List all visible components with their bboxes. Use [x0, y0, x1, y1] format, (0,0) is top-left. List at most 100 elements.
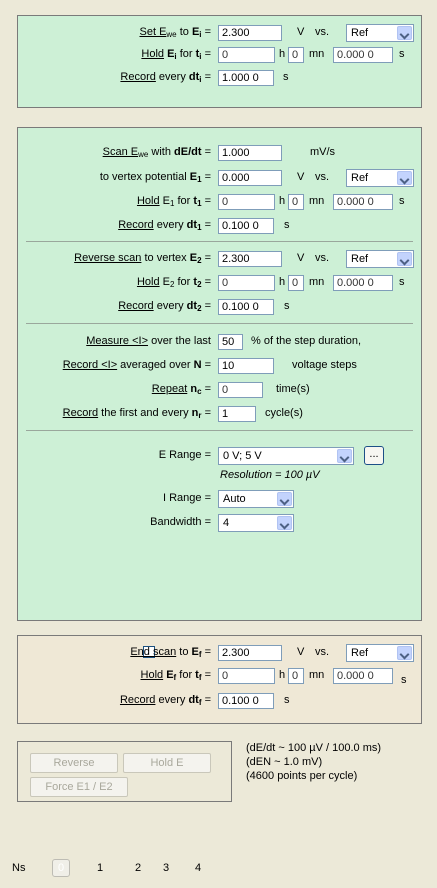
end-scan-link[interactable]: End scan — [130, 646, 176, 658]
ef-ref-value: Ref — [351, 647, 369, 659]
hold-ef-var: E — [166, 669, 174, 681]
ef-value-input[interactable]: 2.300 — [218, 645, 282, 661]
set-to-text: to — [176, 26, 192, 38]
record-first-link[interactable]: Record — [63, 407, 98, 419]
set-ewe-link[interactable]: Set E — [140, 26, 167, 38]
e1-var: E — [189, 171, 198, 183]
i-range-label: I Range = — [162, 492, 211, 504]
e1-unit: V — [297, 171, 305, 183]
t1-seconds-input[interactable]: 0.000 0 — [333, 194, 393, 210]
ns-tab-4[interactable]: 4 — [195, 862, 201, 874]
dtf-value-input[interactable]: 0.100 0 — [218, 693, 274, 709]
dt2-value-input[interactable]: 0.100 0 — [218, 299, 274, 315]
e1-ref-select[interactable]: Ref — [346, 169, 414, 187]
record-average-link[interactable]: Record <I> — [63, 359, 117, 371]
hold-e1-var: E — [162, 195, 170, 207]
hold-ef-label: Hold Ef for tf = — [140, 669, 211, 682]
record-dt2-label: Record every dt2 = — [118, 300, 211, 313]
record-first-unit: cycle(s) — [265, 407, 303, 419]
ti-seconds-input[interactable]: 0.000 0 — [333, 47, 393, 63]
t1-h-unit: h — [279, 195, 286, 207]
average-value-input[interactable]: 10 — [218, 358, 274, 374]
rev-to-text: to vertex — [141, 252, 190, 264]
record-dti-link[interactable]: Record — [120, 71, 155, 83]
scan-rate-input[interactable]: 1.000 — [218, 145, 282, 161]
e-range-select[interactable]: 0 V; 5 V — [218, 447, 354, 465]
divider — [26, 241, 413, 242]
record1-every-text: every — [153, 219, 187, 231]
e2-ref-select[interactable]: Ref — [346, 250, 414, 268]
record-dti-label: Record every dti = — [120, 71, 211, 84]
repeat-value-input[interactable]: 0 — [218, 382, 263, 398]
e2-sub: 2 — [197, 256, 202, 265]
t2-s-unit: s — [399, 276, 405, 288]
ti-minutes-input[interactable]: 0 — [288, 47, 304, 63]
average-unit: voltage steps — [292, 359, 357, 371]
info-points: (4600 points per cycle) — [246, 770, 358, 782]
chevron-down-icon[interactable] — [397, 252, 412, 266]
e-range-more-button[interactable]: ... — [364, 446, 384, 465]
t2-minutes-input[interactable]: 0 — [288, 275, 304, 291]
record-dt1-label: Record every dt1 = — [118, 219, 211, 232]
tf-hours-input[interactable]: 0 — [218, 668, 275, 684]
t2-hours-input[interactable]: 0 — [218, 275, 275, 291]
e2-value-input[interactable]: 2.300 — [218, 251, 282, 267]
reverse-scan-link[interactable]: Reverse scan — [74, 252, 141, 264]
measure-value-input[interactable]: 50 — [218, 334, 243, 350]
dt2-sub: 2 — [197, 304, 202, 313]
chevron-down-icon[interactable] — [337, 449, 352, 463]
chevron-down-icon[interactable] — [397, 26, 412, 40]
t2-h-unit: h — [279, 276, 286, 288]
hold-e2-link[interactable]: Hold — [137, 276, 160, 288]
ti-mn-unit: mn — [309, 48, 325, 60]
t2-seconds-input[interactable]: 0.000 0 — [333, 275, 393, 291]
scan-link[interactable]: Scan E — [103, 146, 138, 158]
hold-e-button[interactable]: Hold E — [123, 753, 211, 773]
record-dtf-link[interactable]: Record — [120, 694, 155, 706]
dti-sub: i — [199, 75, 202, 84]
dt1-value-input[interactable]: 0.100 0 — [218, 218, 274, 234]
t1-hours-input[interactable]: 0 — [218, 194, 275, 210]
ellipsis-icon: ... — [369, 448, 379, 460]
tf-seconds-input[interactable]: 0.000 0 — [333, 668, 393, 684]
chevron-down-icon[interactable] — [397, 171, 412, 185]
tf-minutes-input[interactable]: 0 — [288, 668, 304, 684]
ei-vs: vs. — [315, 26, 330, 38]
hold-for-text: for — [176, 48, 196, 60]
hold-ei-link[interactable]: Hold — [141, 48, 164, 60]
dti-value-input[interactable]: 1.000 0 — [218, 70, 274, 86]
e1-value-input[interactable]: 0.000 — [218, 170, 282, 186]
ti-hours-input[interactable]: 0 — [218, 47, 275, 63]
measure-link[interactable]: Measure <I> — [86, 335, 148, 347]
chevron-down-icon[interactable] — [397, 646, 412, 660]
record-dt2-link[interactable]: Record — [118, 300, 153, 312]
reverse-button[interactable]: Reverse — [30, 753, 118, 773]
ns-tab-2[interactable]: 2 — [135, 862, 141, 874]
force-e1-e2-button[interactable]: Force E1 / E2 — [30, 777, 128, 797]
ns-tab-1[interactable]: 1 — [97, 862, 103, 874]
info-scan-rate: (dE/dt ~ 100 µV / 100.0 ms) — [246, 742, 382, 754]
nc-sub: c — [197, 387, 202, 396]
e2-unit: V — [297, 252, 305, 264]
record-dt1-link[interactable]: Record — [118, 219, 153, 231]
hold-e1-link[interactable]: Hold — [137, 195, 160, 207]
bandwidth-select[interactable]: 4 — [218, 514, 294, 532]
ef-ref-select[interactable]: Ref — [346, 644, 414, 662]
ns-tab-3[interactable]: 3 — [163, 862, 169, 874]
hold-ef-link[interactable]: Hold — [141, 669, 164, 681]
repeat-link[interactable]: Repeat — [152, 383, 187, 395]
ti-sub: i — [199, 52, 202, 61]
record-first-input[interactable]: 1 — [218, 406, 256, 422]
chevron-down-icon[interactable] — [277, 492, 292, 506]
chevron-down-icon[interactable] — [277, 516, 292, 530]
ei-ref-select[interactable]: Ref — [346, 24, 414, 42]
hold-ei-label: Hold Ei for ti = — [141, 48, 211, 61]
ns-current-tab[interactable]: 0 — [52, 859, 70, 877]
measure-unit: % of the step duration, — [251, 335, 362, 347]
t1-minutes-input[interactable]: 0 — [288, 194, 304, 210]
i-range-select[interactable]: Auto — [218, 490, 294, 508]
scan-rate-unit: mV/s — [310, 146, 336, 158]
ei-value-input[interactable]: 2.300 — [218, 25, 282, 41]
info-den: (dEN ~ 1.0 mV) — [246, 756, 323, 768]
t1-sub: 1 — [197, 199, 202, 208]
